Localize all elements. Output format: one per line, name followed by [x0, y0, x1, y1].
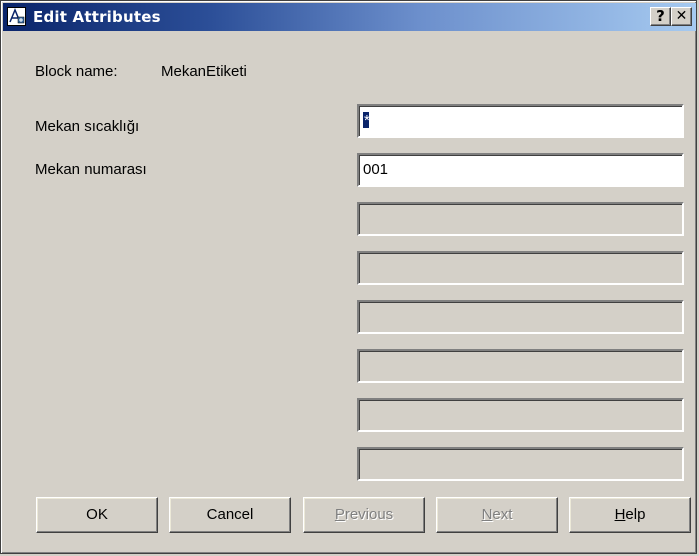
help-mnemonic: H — [614, 506, 626, 523]
attribute-label-1: Mekan sıcaklığı — [35, 118, 140, 135]
attribute-placeholder-1: * — [364, 112, 370, 129]
attribute-field-6 — [357, 349, 684, 383]
help-button[interactable]: Help — [569, 497, 691, 533]
previous-mnemonic: P — [334, 506, 345, 523]
title-bar[interactable]: Edit Attributes ? ✕ — [3, 3, 696, 31]
edit-attributes-dialog: Edit Attributes ? ✕ Block name: MekanEti… — [0, 0, 697, 554]
previous-button[interactable]: Previous — [303, 497, 425, 533]
next-mnemonic: N — [481, 506, 493, 523]
block-name-label: Block name: — [35, 63, 118, 80]
attribute-label-2: Mekan numarası — [35, 161, 147, 178]
ok-button-label: OK — [86, 506, 108, 523]
cancel-button-label: Cancel — [206, 506, 254, 523]
attribute-field-1[interactable]: * — [357, 104, 684, 138]
attribute-value-2: 001 — [363, 161, 389, 178]
question-mark-icon: ? — [656, 7, 665, 25]
block-name-value: MekanEtiketi — [161, 63, 247, 80]
next-button[interactable]: Next — [436, 497, 558, 533]
previous-button-label: revious — [344, 506, 394, 523]
autocad-attribute-icon — [7, 7, 26, 26]
attribute-field-8 — [357, 447, 684, 481]
ok-button[interactable]: OK — [36, 497, 158, 533]
cancel-button[interactable]: Cancel — [169, 497, 291, 533]
attribute-field-3 — [357, 202, 684, 236]
close-button[interactable]: ✕ — [671, 7, 692, 26]
window-title: Edit Attributes — [33, 8, 161, 26]
attribute-field-5 — [357, 300, 684, 334]
attribute-field-4 — [357, 251, 684, 285]
attribute-field-7 — [357, 398, 684, 432]
help-context-button[interactable]: ? — [650, 7, 671, 26]
next-button-label: ext — [492, 506, 513, 523]
attribute-field-2[interactable]: 001 — [357, 153, 684, 187]
help-button-label: elp — [625, 506, 646, 523]
close-icon: ✕ — [675, 8, 688, 24]
